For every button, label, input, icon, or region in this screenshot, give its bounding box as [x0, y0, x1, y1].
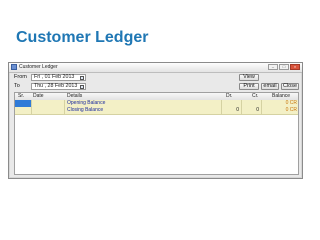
- column-divider: [261, 100, 262, 114]
- column-divider: [31, 100, 32, 114]
- slide-title: Customer Ledger: [16, 29, 149, 46]
- close-window-button[interactable]: ×: [290, 64, 300, 70]
- row-balance: 0 CR: [285, 100, 297, 106]
- row-details: Opening Balance: [67, 100, 106, 106]
- maximize-button[interactable]: □: [279, 64, 289, 70]
- view-button[interactable]: View: [239, 74, 259, 81]
- app-window-icon: [11, 64, 17, 70]
- column-header-date[interactable]: Date: [33, 93, 44, 100]
- row-dr: 0: [236, 107, 239, 113]
- column-divider: [64, 100, 65, 114]
- close-button[interactable]: Close: [281, 83, 299, 90]
- from-label: From: [14, 74, 27, 80]
- column-divider: [221, 100, 222, 114]
- column-header-balance[interactable]: Balance: [272, 93, 290, 100]
- table-row[interactable]: Closing Balance 0 0 0 CR: [15, 107, 298, 115]
- window-titlebar[interactable]: Customer Ledger – □ ×: [9, 63, 302, 73]
- selected-cell[interactable]: [15, 100, 31, 107]
- from-date-field[interactable]: Fri , 01 Feb 2013: [31, 74, 86, 81]
- column-header-cr[interactable]: Cr.: [252, 93, 258, 100]
- row-balance: 0 CR: [285, 107, 297, 113]
- row-cr: 0: [256, 107, 259, 113]
- minimize-button[interactable]: –: [268, 64, 278, 70]
- column-header-sr[interactable]: Sr.: [18, 93, 24, 100]
- window-title: Customer Ledger: [19, 64, 58, 70]
- row-cr: [243, 100, 259, 107]
- from-date-value: Fri , 01 Feb 2013: [34, 74, 75, 80]
- row-dr: [223, 100, 239, 107]
- calendar-icon[interactable]: [80, 85, 84, 89]
- print-button[interactable]: Print: [239, 83, 259, 90]
- column-header-details[interactable]: Details: [67, 93, 82, 100]
- to-date-field[interactable]: Thu , 28 Feb 2013: [31, 83, 86, 90]
- column-header-dr[interactable]: Dr.: [226, 93, 232, 100]
- to-label: To: [14, 83, 20, 89]
- ledger-grid: Sr. Date Details Dr. Cr. Balance Opening…: [14, 92, 299, 175]
- column-divider: [241, 100, 242, 114]
- customer-ledger-window: Customer Ledger – □ × From Fri , 01 Feb …: [8, 62, 303, 179]
- row-details: Closing Balance: [67, 107, 104, 113]
- window-controls: – □ ×: [268, 64, 300, 71]
- to-date-value: Thu , 28 Feb 2013: [34, 83, 78, 89]
- email-button[interactable]: email: [261, 83, 279, 90]
- calendar-icon[interactable]: [80, 76, 84, 80]
